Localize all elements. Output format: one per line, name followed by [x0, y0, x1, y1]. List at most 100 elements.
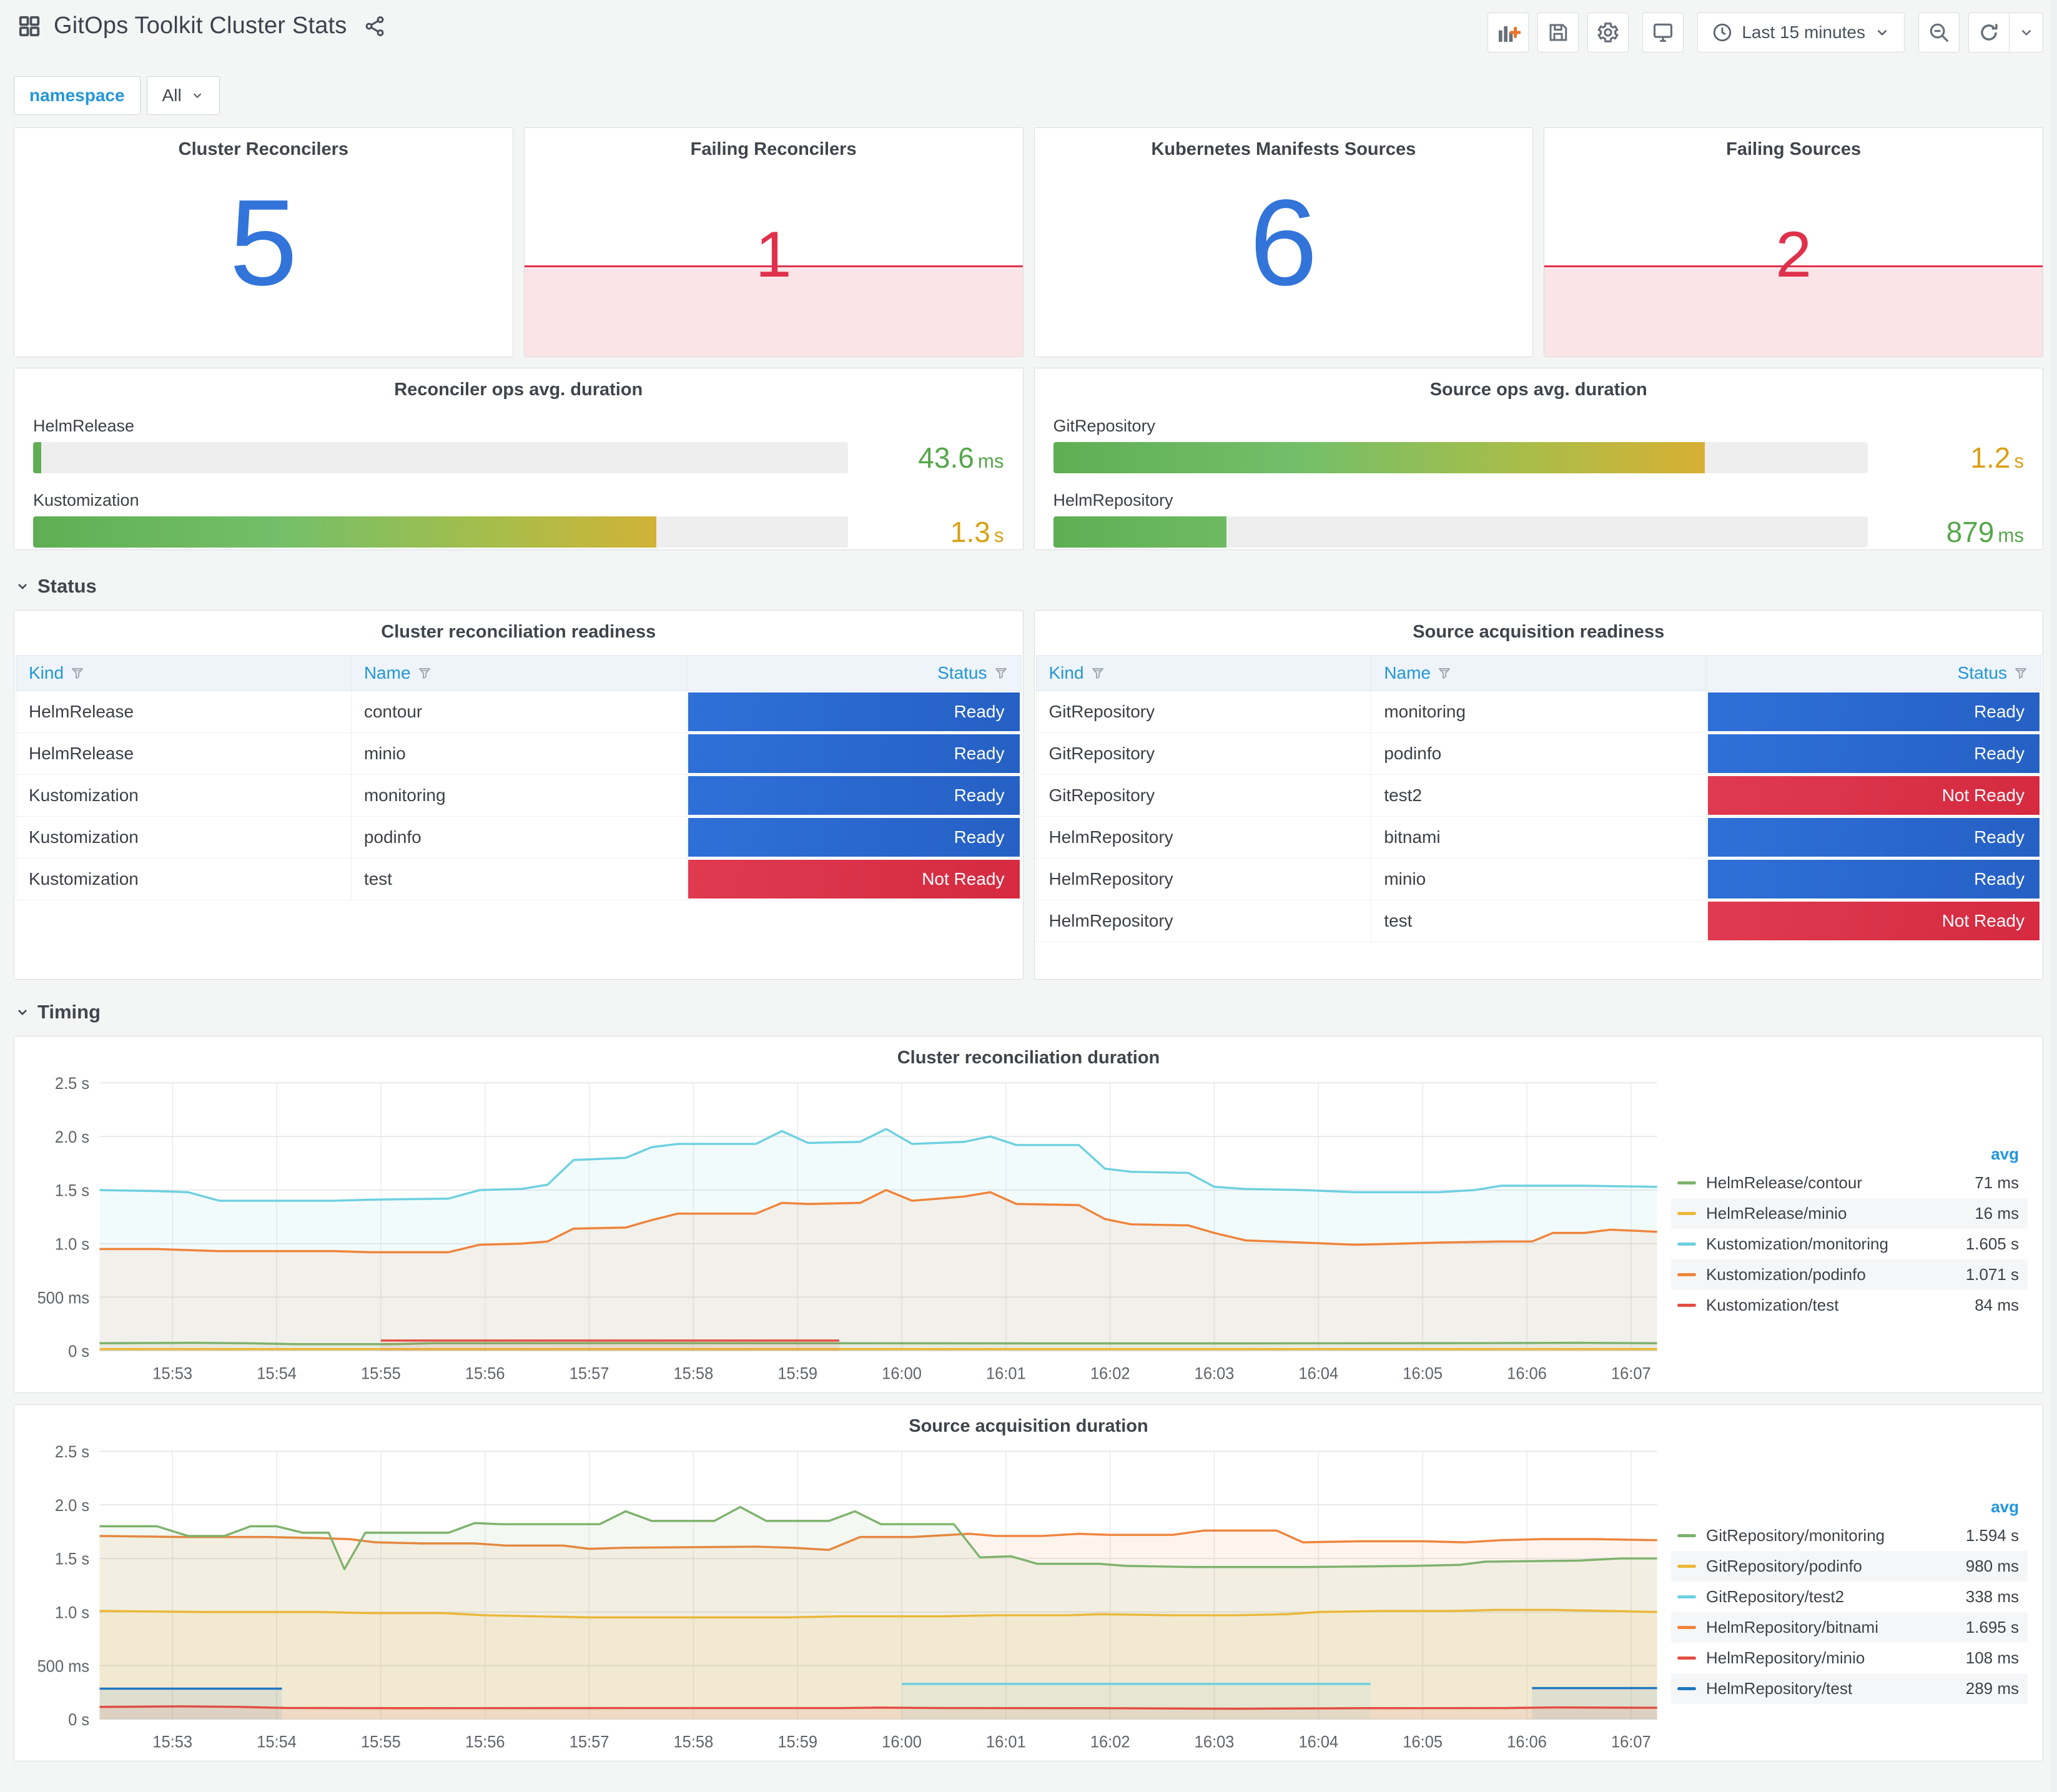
add-panel-button[interactable]: [1487, 12, 1529, 52]
legend-avg-header[interactable]: avg: [1671, 1495, 2028, 1520]
filter-icon[interactable]: [1090, 666, 1105, 681]
section-timing-toggle[interactable]: Timing: [15, 995, 2043, 1030]
cell-status: Ready: [1706, 817, 2041, 859]
dashboard: GitOps Toolkit Cluster Stats Last 15 min…: [0, 0, 2057, 1779]
bar-gauge-body: HelmRelease 43.6 ms Kustomization 1.3 s: [31, 400, 1007, 549]
stat-panel: Failing Sources 2: [1544, 127, 2043, 357]
legend-series-name[interactable]: HelmRelease/contour: [1706, 1173, 1965, 1193]
legend-series-avg: 1.594 s: [1965, 1526, 2019, 1545]
readiness-table: Kind Name Status GitRepository monitoring Rea…: [1035, 655, 2041, 942]
svg-text:15:54: 15:54: [257, 1732, 297, 1751]
cell-name: test: [1371, 900, 1707, 942]
chart-legend: avg GitRepository/monitoring 1.594 s GitRep…: [1671, 1440, 2036, 1758]
column-header-name[interactable]: Name: [1371, 655, 1707, 691]
gauge-panels-row: Reconciler ops avg. duration HelmRelease 4…: [14, 368, 2043, 550]
page-title: GitOps Toolkit Cluster Stats: [54, 12, 347, 39]
cell-kind: Kustomization: [16, 859, 351, 900]
legend-series-name[interactable]: HelmRepository/minio: [1706, 1648, 1956, 1668]
svg-text:2.5 s: 2.5 s: [55, 1442, 89, 1461]
svg-text:16:03: 16:03: [1195, 1732, 1235, 1751]
cell-name: test: [350, 859, 686, 900]
cell-kind: HelmRepository: [1035, 817, 1371, 859]
legend-item[interactable]: Kustomization/monitoring 1.605 s: [1671, 1229, 2028, 1259]
kiosk-mode-button[interactable]: [1642, 12, 1684, 52]
table-panel-title: Source acquisition readiness: [1413, 622, 1665, 642]
legend-series-name[interactable]: HelmRelease/minio: [1706, 1204, 1965, 1223]
namespace-filter-value: All: [162, 86, 182, 105]
svg-text:15:55: 15:55: [361, 1364, 401, 1383]
legend-item[interactable]: Kustomization/podinfo 1.071 s: [1671, 1259, 2028, 1290]
timeseries-panel: Cluster reconciliation duration 0 s 500 ms…: [14, 1036, 2043, 1393]
filter-icon[interactable]: [994, 666, 1009, 681]
chart-svg: 0 s 500 ms 1.0 s 1.5 s 2.0 s 2.5 s 15:53 15:54 1…: [37, 1442, 1657, 1751]
legend-series-name[interactable]: GitRepository/test2: [1706, 1587, 1956, 1607]
stat-panels-row: Cluster Reconcilers 5 Failing Reconcilers 1…: [14, 127, 2043, 357]
legend-item[interactable]: HelmRepository/test 289 ms: [1671, 1673, 2028, 1704]
timeseries-panel: Source acquisition duration 0 s 500 ms 1.0 …: [14, 1404, 2043, 1761]
bar-gauge-row: HelmRepository 879 ms: [1053, 491, 2024, 549]
table-header: Kind Name Status: [1035, 655, 2041, 691]
legend-series-name[interactable]: Kustomization/podinfo: [1706, 1265, 1956, 1284]
cell-kind: Kustomization: [16, 775, 351, 817]
filter-icon[interactable]: [2013, 666, 2028, 681]
stat-panel-title: Failing Sources: [1726, 139, 1862, 159]
legend-item[interactable]: HelmRepository/bitnami 1.695 s: [1671, 1612, 2028, 1643]
legend-item[interactable]: HelmRelease/minio 16 ms: [1671, 1198, 2028, 1229]
legend-item[interactable]: GitRepository/test2 338 ms: [1671, 1582, 2028, 1612]
table-header: Kind Name Status: [16, 655, 1022, 691]
page-scrollbar[interactable]: [2051, 0, 2057, 1792]
cell-name: contour: [350, 691, 686, 733]
cell-status: Ready: [1706, 859, 2041, 900]
apps-grid-icon[interactable]: [17, 14, 41, 38]
column-header-kind[interactable]: Kind: [1035, 655, 1371, 691]
legend-avg-header[interactable]: avg: [1671, 1142, 2028, 1168]
chevron-down-icon: [18, 584, 27, 589]
table-row: Kustomization test Not Ready: [16, 859, 1022, 900]
filter-icon[interactable]: [417, 666, 432, 681]
bar-gauge-line: 1.2 s: [1053, 441, 2024, 475]
legend-series-name[interactable]: GitRepository/podinfo: [1706, 1557, 1956, 1576]
refresh-interval-dropdown[interactable]: [2010, 12, 2043, 52]
bar-gauge-value: 43.6 ms: [861, 441, 1004, 475]
legend-series-name[interactable]: Kustomization/test: [1706, 1296, 1965, 1315]
legend-item[interactable]: HelmRelease/contour 71 ms: [1671, 1168, 2028, 1198]
svg-text:1.0 s: 1.0 s: [55, 1234, 89, 1254]
save-dashboard-button[interactable]: [1537, 12, 1579, 52]
legend-series-avg: 1.605 s: [1965, 1234, 2019, 1253]
svg-text:15:59: 15:59: [777, 1732, 817, 1751]
column-header-name[interactable]: Name: [350, 655, 686, 691]
dashboard-settings-button[interactable]: [1587, 12, 1629, 52]
filter-icon[interactable]: [1437, 666, 1452, 681]
legend-series-name[interactable]: GitRepository/monitoring: [1706, 1526, 1956, 1545]
bar-gauge-value: 1.3 s: [861, 515, 1004, 549]
legend-series-avg: 338 ms: [1965, 1587, 2019, 1606]
namespace-filter-select[interactable]: All: [146, 76, 220, 115]
svg-text:16:06: 16:06: [1507, 1364, 1547, 1383]
toolbar: Last 15 minutes: [1487, 12, 2043, 52]
bar-gauge-line: 879 ms: [1053, 515, 2024, 549]
zoom-out-button[interactable]: [1918, 12, 1960, 52]
column-header-status[interactable]: Status: [1706, 655, 2041, 691]
legend-item[interactable]: GitRepository/podinfo 980 ms: [1671, 1551, 2028, 1582]
cell-status: Ready: [686, 775, 1022, 817]
column-header-kind[interactable]: Kind: [16, 655, 351, 691]
legend-item[interactable]: Kustomization/test 84 ms: [1671, 1290, 2028, 1321]
chart-plot-area[interactable]: 0 s 500 ms 1.0 s 1.5 s 2.0 s 2.5 s 15:53 15:54 1…: [17, 1072, 1671, 1390]
refresh-button[interactable]: [1968, 12, 2010, 52]
svg-text:16:01: 16:01: [986, 1364, 1026, 1383]
legend-series-name[interactable]: HelmRepository/bitnami: [1706, 1618, 1956, 1637]
legend-series-name[interactable]: HelmRepository/test: [1706, 1679, 1956, 1698]
chart-svg: 0 s 500 ms 1.0 s 1.5 s 2.0 s 2.5 s 15:53 15:54 1…: [37, 1073, 1657, 1383]
legend-item[interactable]: HelmRepository/minio 108 ms: [1671, 1643, 2028, 1673]
chart-body: 0 s 500 ms 1.0 s 1.5 s 2.0 s 2.5 s 15:53 15:54 1…: [14, 1068, 2043, 1392]
legend-item[interactable]: GitRepository/monitoring 1.594 s: [1671, 1520, 2028, 1551]
legend-series-name[interactable]: Kustomization/monitoring: [1706, 1234, 1956, 1254]
section-status-toggle[interactable]: Status: [15, 569, 2043, 604]
chart-plot-area[interactable]: 0 s 500 ms 1.0 s 1.5 s 2.0 s 2.5 s 15:53 15:54 1…: [17, 1440, 1671, 1758]
svg-text:16:03: 16:03: [1195, 1364, 1235, 1383]
column-header-status[interactable]: Status: [686, 655, 1022, 691]
share-icon[interactable]: [363, 15, 386, 37]
filter-icon[interactable]: [70, 666, 85, 681]
time-range-picker[interactable]: Last 15 minutes: [1697, 12, 1905, 52]
bar-gauge-panel: Reconciler ops avg. duration HelmRelease 4…: [14, 368, 1024, 550]
